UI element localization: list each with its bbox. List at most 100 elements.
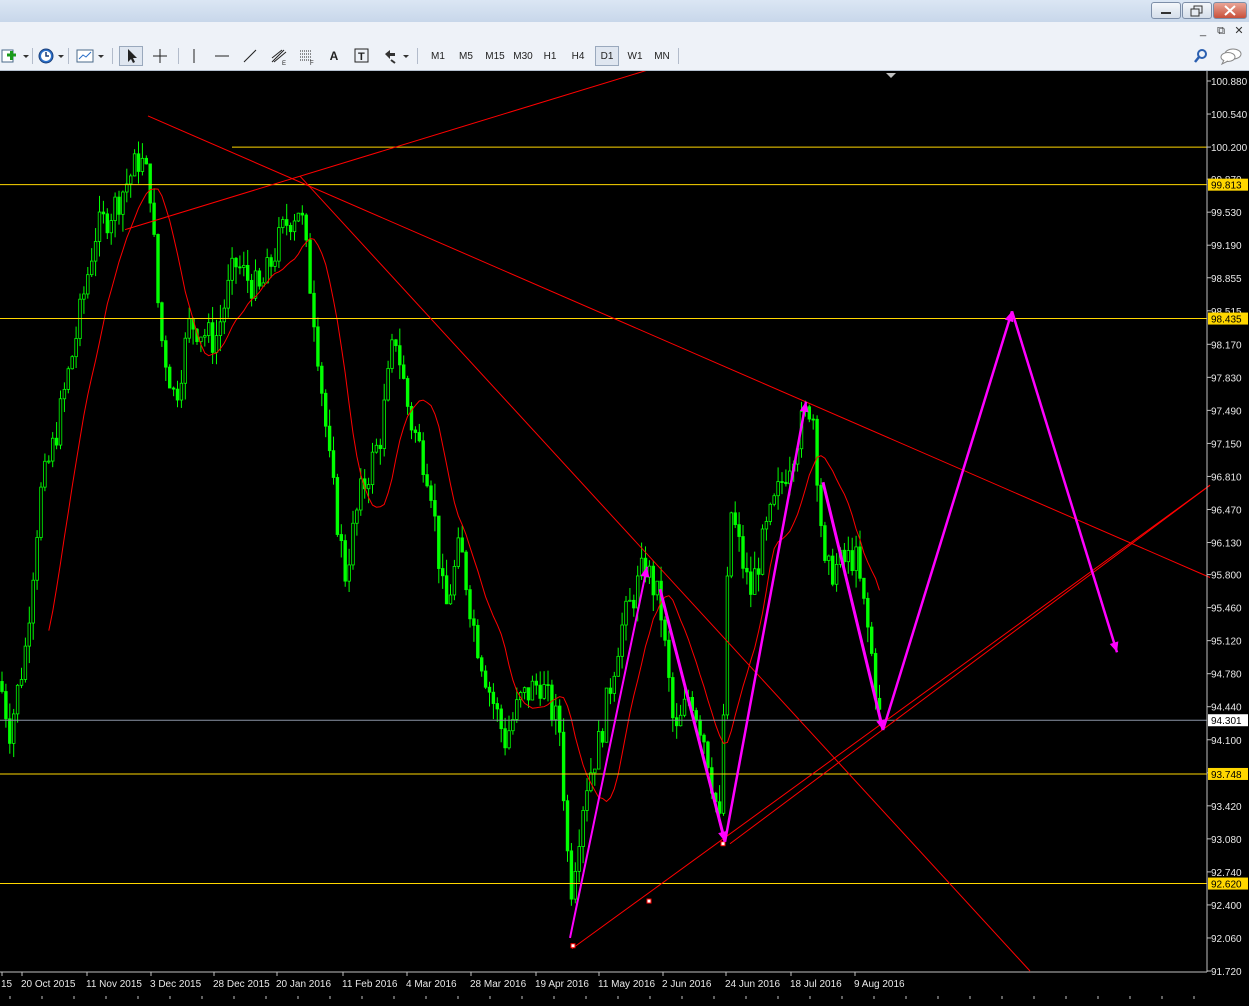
timeframe-m1[interactable]: M1 [426,46,450,66]
candle-body [214,335,219,353]
candle-body [82,293,86,300]
timeframe-m30[interactable]: M30 [510,46,536,66]
candle-body [187,318,191,339]
new-chart-button[interactable] [0,46,22,66]
new-chart-dropdown[interactable] [22,46,30,66]
date-tick-label: 20 Oct 2015 [21,979,76,990]
text-label-button[interactable]: T [351,46,373,66]
timeframe-d1[interactable]: D1 [595,46,619,66]
vertical-line-icon [193,49,195,63]
mdi-close-button[interactable]: ✕ [1232,24,1246,38]
mdi-minimize-button[interactable]: _ [1196,24,1210,38]
candle-body [230,257,234,281]
candle-body [218,321,223,337]
candle-body [850,550,854,572]
candle-body [682,698,687,716]
candle-body [448,594,453,605]
candle-body [515,699,519,720]
candle-body [526,687,531,701]
candle-body [253,270,258,299]
candle-body [234,257,238,268]
candle-body [15,684,20,715]
candle-body [206,322,211,336]
templates-dropdown[interactable] [97,46,105,66]
candle-body [265,257,269,284]
chat-button[interactable] [1218,46,1244,66]
candle-body [339,534,343,542]
candle-body [31,579,35,624]
search-button[interactable] [1190,46,1212,66]
date-tick-label: 28 Mar 2016 [470,979,527,990]
templates-button[interactable] [74,46,96,66]
price-tick-label: 99.190 [1211,241,1242,252]
fibonacci-fan-button[interactable]: F [295,46,319,67]
candle-body [175,388,180,401]
periodicity-dropdown[interactable] [57,46,65,66]
price-tag-label: 99.813 [1211,181,1242,192]
periodicity-button[interactable] [36,46,56,66]
timeframe-h4[interactable]: H4 [566,46,590,66]
candle-body [433,500,437,517]
candle-body [273,260,277,267]
candle-body [47,460,51,463]
text-button[interactable]: A [323,46,345,66]
close-button[interactable] [1213,2,1247,19]
candle-body [483,670,488,688]
price-tick-label: 93.080 [1211,835,1242,846]
candle-body [269,257,273,267]
candle-body [249,279,254,299]
arrows-dropdown[interactable] [402,46,410,66]
timeframe-m15[interactable]: M15 [482,46,508,66]
candle-body [530,680,535,701]
candle-body [398,345,402,366]
candle-body [834,563,839,585]
price-chart[interactable]: 100.880100.540100.20099.87099.53099.1909… [0,68,1249,1001]
horizontal-line-button[interactable] [211,46,233,66]
date-tick-label: 11 May 2016 [598,979,656,990]
candle-body [171,387,176,390]
price-tick-label: 100.540 [1211,110,1248,121]
candle-body [320,365,324,394]
candle-body [858,546,862,579]
candle-body [452,565,457,596]
candle-body [405,378,410,407]
crosshair-button[interactable] [148,46,172,66]
candle-body [511,719,515,732]
candle-body [842,549,847,563]
price-tick-label: 100.880 [1211,77,1248,88]
candle-body [546,684,550,686]
fibonacci-button[interactable]: E [267,46,291,67]
restore-icon [1183,3,1211,18]
window-title-bar [0,0,1249,23]
timeframe-m5[interactable]: M5 [454,46,478,66]
candle-body [503,728,507,749]
cursor-button[interactable] [119,46,143,66]
candle-body [866,597,870,628]
candle-body [706,741,710,769]
candle-body [113,196,117,221]
candle-body [245,265,250,281]
mdi-restore-button[interactable]: ⧉ [1214,24,1228,38]
timeframe-mn[interactable]: MN [650,46,674,66]
minimize-button[interactable] [1151,2,1181,19]
price-tick-label: 93.420 [1211,802,1242,813]
candle-body [366,484,371,490]
price-tick-label: 94.100 [1211,736,1242,747]
restore-button[interactable] [1182,2,1212,19]
candle-body [323,392,328,427]
timeframe-h1[interactable]: H1 [538,46,562,66]
arrows-button[interactable] [379,46,401,66]
candle-body [401,364,406,379]
candle-body [628,599,632,602]
candle-body [355,509,359,524]
timeframe-w1[interactable]: W1 [623,46,647,66]
candle-body [437,515,441,569]
trendline-anchor [570,943,576,949]
date-tick-label: 3 Dec 2015 [150,979,202,990]
candle-body [312,292,316,328]
chart-canvas[interactable]: 100.880100.540100.20099.87099.53099.1909… [0,68,1249,1001]
trendline-button[interactable] [239,46,261,66]
candle-body [600,731,605,743]
vertical-line-button[interactable] [183,46,205,66]
candle-body [468,589,472,620]
